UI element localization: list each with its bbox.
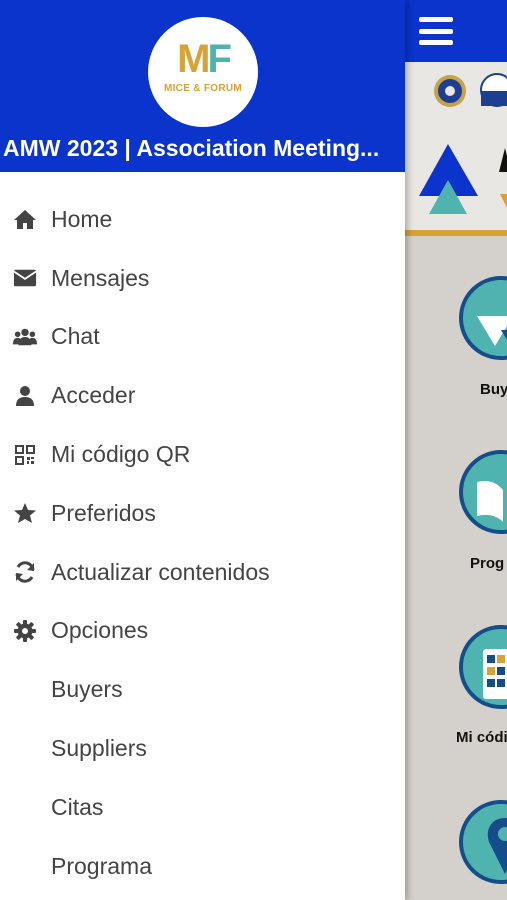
users-icon	[13, 325, 37, 349]
tile-label: Buy	[480, 381, 507, 398]
banner-divider	[405, 230, 507, 236]
menu-item-chat[interactable]: Chat	[0, 308, 405, 367]
menu-label: Opciones	[51, 617, 149, 644]
user-icon	[13, 384, 37, 408]
menu-item-acceder[interactable]: Acceder	[0, 366, 405, 425]
envelope-icon	[13, 266, 37, 290]
drawer-menu: Home Mensajes Chat Acceder Mi código QR	[0, 190, 405, 896]
menu-label: Mi código QR	[51, 441, 191, 468]
book-icon	[459, 450, 507, 534]
qr-tile-icon	[459, 625, 507, 709]
menu-label: Home	[51, 205, 113, 232]
menu-item-qr[interactable]: Mi código QR	[0, 425, 405, 484]
menu-item-home[interactable]: Home	[0, 190, 405, 249]
home-icon	[13, 207, 37, 231]
menu-label: Suppliers	[51, 735, 147, 762]
logo-text: MICE & FORUM	[163, 83, 243, 94]
logo-letters: MF	[177, 37, 232, 81]
menu-label: Preferidos	[51, 499, 156, 526]
menu-item-citas[interactable]: Citas	[0, 778, 405, 837]
buyers-tile-icon	[459, 276, 507, 360]
menu-item-preferidos[interactable]: Preferidos	[0, 484, 405, 543]
tile-label: Prog	[470, 555, 505, 572]
menu-label: Buyers	[51, 676, 123, 703]
menu-label: Citas	[51, 793, 104, 820]
location-pin-icon	[459, 800, 507, 884]
menu-label: Mensajes	[51, 264, 150, 291]
app-content: Buy Prog Mi códi	[405, 0, 507, 900]
refresh-icon	[13, 560, 37, 584]
tile-label: Mi códi	[456, 729, 507, 746]
hamburger-menu-icon[interactable]	[419, 17, 453, 45]
menu-label: Acceder	[51, 382, 136, 409]
qr-code-icon	[13, 443, 37, 467]
menu-item-opciones[interactable]: Opciones	[0, 602, 405, 661]
menu-item-actualizar[interactable]: Actualizar contenidos	[0, 543, 405, 602]
app-bar	[405, 0, 507, 62]
menu-label: Programa	[51, 852, 152, 879]
menu-label: Actualizar contenidos	[51, 558, 270, 585]
navigation-drawer: MF MICE & FORUM AMW 2023 | Association M…	[0, 0, 405, 900]
menu-item-buyers[interactable]: Buyers	[0, 660, 405, 719]
menu-label: Chat	[51, 323, 100, 350]
event-title: AMW 2023 | Association Meeting...	[3, 135, 380, 161]
star-icon	[13, 501, 37, 525]
gear-icon	[13, 619, 37, 643]
menu-item-suppliers[interactable]: Suppliers	[0, 719, 405, 778]
mice-forum-logo: MF MICE & FORUM	[148, 17, 258, 127]
menu-item-programa[interactable]: Programa	[0, 837, 405, 896]
menu-item-mensajes[interactable]: Mensajes	[0, 249, 405, 308]
event-banner	[405, 62, 507, 234]
drawer-header: MF MICE & FORUM AMW 2023 | Association M…	[0, 0, 405, 172]
